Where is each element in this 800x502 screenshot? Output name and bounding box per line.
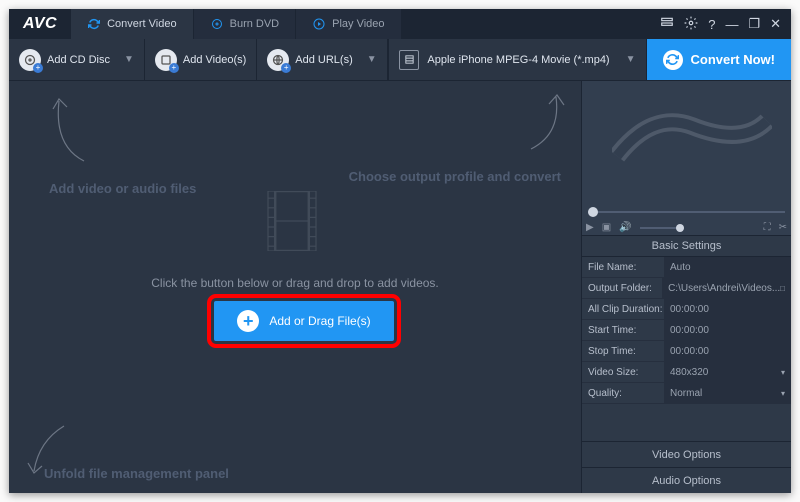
video-add-icon — [155, 49, 177, 71]
chevron-down-icon: □ — [780, 284, 785, 293]
add-or-drag-files-button[interactable]: + Add or Drag File(s) — [214, 301, 394, 341]
setting-value[interactable]: 00:00:00 — [664, 341, 791, 361]
help-button[interactable]: ? — [708, 17, 715, 32]
tab-play-video[interactable]: Play Video — [296, 9, 401, 39]
setting-value[interactable]: 480x320▾ — [664, 362, 791, 382]
hint-unfold-panel: Unfold file management panel — [44, 466, 229, 481]
preview-pane: ▶ ▣ 🔊 ⛶ ✂ — [582, 81, 791, 236]
options-icon[interactable] — [660, 16, 674, 33]
cut-icon[interactable]: ✂ — [779, 222, 787, 233]
toolbar: Add CD Disc ▼ Add Video(s) Add URL(s) ▼ … — [9, 39, 791, 81]
chevron-down-icon: ▼ — [626, 54, 636, 65]
chevron-down-icon: ▼ — [124, 54, 134, 65]
setting-value[interactable]: Auto — [664, 257, 791, 277]
refresh-icon — [663, 50, 683, 70]
disc-add-icon — [19, 49, 41, 71]
tab-label: Play Video — [332, 18, 384, 30]
volume-icon[interactable]: 🔊 — [619, 222, 631, 233]
chevron-down-icon: ▾ — [781, 368, 785, 377]
fullscreen-icon[interactable]: ⛶ — [764, 222, 771, 233]
setting-label: All Clip Duration: — [582, 304, 664, 315]
volume-slider[interactable] — [640, 227, 684, 229]
setting-row: Quality:Normal▾ — [582, 383, 791, 404]
sidebar: ▶ ▣ 🔊 ⛶ ✂ Basic Settings File Name:AutoO… — [581, 81, 791, 493]
seek-slider[interactable] — [588, 211, 785, 213]
plus-icon: + — [237, 310, 259, 332]
film-icon — [267, 191, 317, 251]
refresh-icon — [87, 17, 101, 31]
tab-label: Convert Video — [107, 18, 177, 30]
filmstrip-icon — [612, 106, 772, 176]
titlebar: AVC Convert Video Burn DVD Play Video ? … — [9, 9, 791, 39]
setting-value[interactable]: 00:00:00 — [664, 299, 791, 319]
window-controls: ? — ❐ ✕ — [650, 16, 791, 33]
hint-choose-profile: Choose output profile and convert — [349, 169, 561, 184]
audio-options-button[interactable]: Audio Options — [582, 467, 791, 493]
setting-label: File Name: — [582, 262, 664, 273]
hint-add-files: Add video or audio files — [49, 181, 196, 196]
output-profile-selector[interactable]: Apple iPhone MPEG-4 Movie (*.mp4) ▼ — [388, 39, 646, 80]
basic-settings-header: Basic Settings — [582, 236, 791, 257]
play-button[interactable]: ▶ — [586, 222, 594, 233]
setting-row: Start Time:00:00:00 — [582, 320, 791, 341]
profile-icon — [399, 50, 419, 70]
app-tabs: Convert Video Burn DVD Play Video — [71, 9, 650, 39]
setting-value[interactable]: Normal▾ — [664, 383, 791, 403]
camera-icon[interactable]: ▣ — [602, 222, 611, 233]
main-area[interactable]: Add video or audio files Choose output p… — [9, 81, 581, 493]
app-logo: AVC — [9, 15, 71, 33]
add-videos-button[interactable]: Add Video(s) — [145, 39, 257, 80]
setting-row: Video Size:480x320▾ — [582, 362, 791, 383]
add-urls-button[interactable]: Add URL(s) ▼ — [257, 39, 387, 80]
setting-label: Start Time: — [582, 325, 664, 336]
chevron-down-icon: ▾ — [781, 389, 785, 398]
setting-value[interactable]: C:\Users\Andrei\Videos...□ — [662, 278, 791, 298]
video-options-button[interactable]: Video Options — [582, 441, 791, 467]
setting-label: Stop Time: — [582, 346, 664, 357]
setting-value[interactable]: 00:00:00 — [664, 320, 791, 340]
drop-message: Click the button below or drag and drop … — [9, 276, 581, 290]
add-cd-disc-button[interactable]: Add CD Disc ▼ — [9, 39, 145, 80]
convert-now-button[interactable]: Convert Now! — [647, 39, 792, 80]
disc-icon — [210, 17, 224, 31]
minimize-button[interactable]: — — [725, 17, 738, 32]
setting-row: All Clip Duration:00:00:00 — [582, 299, 791, 320]
app-window: AVC Convert Video Burn DVD Play Video ? … — [9, 9, 791, 493]
setting-row: File Name:Auto — [582, 257, 791, 278]
chevron-down-icon: ▼ — [367, 54, 377, 65]
gear-icon[interactable] — [684, 16, 698, 33]
restore-button[interactable]: ❐ — [748, 16, 760, 32]
tab-convert-video[interactable]: Convert Video — [71, 9, 194, 39]
setting-label: Quality: — [582, 388, 664, 399]
setting-label: Output Folder: — [582, 283, 662, 294]
url-add-icon — [267, 49, 289, 71]
close-button[interactable]: ✕ — [770, 16, 781, 32]
setting-label: Video Size: — [582, 367, 664, 378]
setting-row: Output Folder:C:\Users\Andrei\Videos...□ — [582, 278, 791, 299]
play-icon — [312, 17, 326, 31]
setting-row: Stop Time:00:00:00 — [582, 341, 791, 362]
tab-label: Burn DVD — [230, 18, 280, 30]
tab-burn-dvd[interactable]: Burn DVD — [194, 9, 297, 39]
